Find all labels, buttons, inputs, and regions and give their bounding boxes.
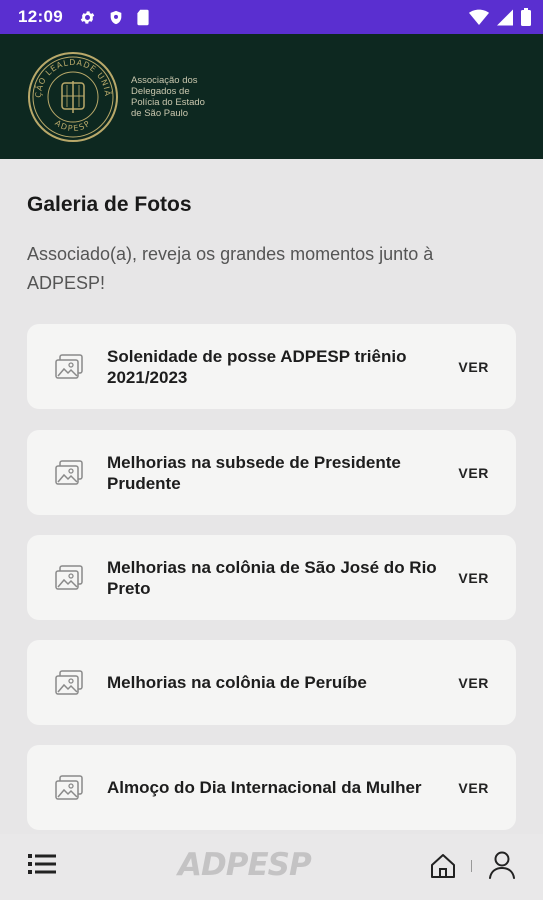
gallery-card-title: Solenidade de posse ADPESP triênio 2021/… xyxy=(107,346,407,387)
image-icon xyxy=(53,351,85,383)
image-icon xyxy=(53,772,85,804)
battery-icon xyxy=(521,8,531,26)
ver-button[interactable]: VER xyxy=(458,359,489,375)
gallery-card-title: Melhorias na subsede de Presidente Prude… xyxy=(107,452,401,493)
org-name-line: de São Paulo xyxy=(131,107,189,119)
gallery-card[interactable]: Melhorias na subsede de Presidente Prude… xyxy=(27,430,516,515)
gear-icon xyxy=(79,9,96,26)
svg-text:ADPESP: ADPESP xyxy=(53,118,93,133)
nav-divider xyxy=(471,860,472,872)
home-icon[interactable] xyxy=(429,852,457,885)
menu-icon[interactable] xyxy=(28,852,56,881)
gallery-screen: Galeria de Fotos Associado(a), reveja os… xyxy=(0,159,543,834)
org-name-line: Associação dos xyxy=(131,74,198,86)
status-notification-icons xyxy=(79,9,150,26)
bottom-nav: ADPESP xyxy=(0,834,543,900)
ver-button[interactable]: VER xyxy=(458,465,489,481)
gallery-card[interactable]: Almoço do Dia Internacional da Mulher VE… xyxy=(27,745,516,830)
status-bar: 12:09 xyxy=(0,0,543,34)
user-icon[interactable] xyxy=(488,850,516,885)
adpesp-seal-logo: AÇÃO LEALDADE UNIÃO ADPESP xyxy=(23,44,119,143)
image-icon xyxy=(53,562,85,594)
image-icon xyxy=(53,667,85,699)
status-time: 12:09 xyxy=(18,7,63,26)
org-name-line: Polícia do Estado xyxy=(131,96,205,108)
gallery-card[interactable]: Melhorias na colônia de Peruíbe VER xyxy=(27,640,516,725)
ver-button[interactable]: VER xyxy=(458,780,489,796)
org-name-line: Delegados de xyxy=(131,85,190,97)
org-name: Associação dos Delegados de Polícia do E… xyxy=(131,75,226,119)
gallery-card[interactable]: Melhorias na colônia de São José do Rio … xyxy=(27,535,516,620)
gallery-card-title: Melhorias na colônia de São José do Rio … xyxy=(107,557,437,598)
app-header: AÇÃO LEALDADE UNIÃO ADPESP Associação do… xyxy=(0,34,543,159)
ver-button[interactable]: VER xyxy=(458,570,489,586)
gallery-card[interactable]: Solenidade de posse ADPESP triênio 2021/… xyxy=(27,324,516,409)
page-subtitle: Associado(a), reveja os grandes momentos… xyxy=(27,244,434,293)
gallery-card-title: Almoço do Dia Internacional da Mulher xyxy=(107,778,422,797)
sim-card-icon xyxy=(136,9,150,26)
page-title: Galeria de Fotos xyxy=(27,193,192,216)
ver-button[interactable]: VER xyxy=(458,675,489,691)
brand-logo: ADPESP xyxy=(178,847,312,883)
status-system-icons xyxy=(469,8,531,26)
wifi-icon xyxy=(469,9,489,26)
gallery-card-title: Melhorias na colônia de Peruíbe xyxy=(107,673,367,692)
shield-icon xyxy=(108,9,124,26)
signal-icon xyxy=(497,9,513,26)
image-icon xyxy=(53,457,85,489)
